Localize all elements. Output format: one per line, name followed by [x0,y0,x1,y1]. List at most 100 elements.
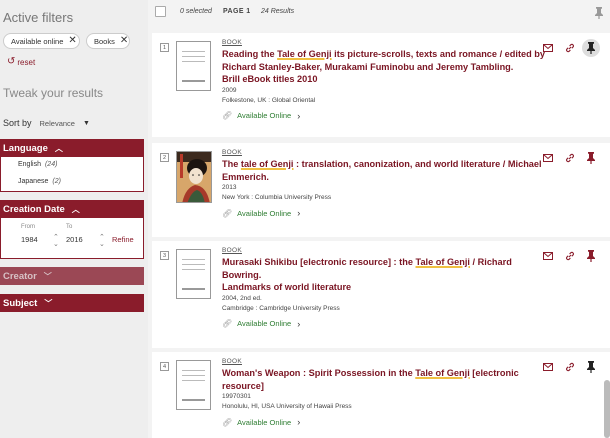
resource-type: BOOK [222,247,242,254]
facet-creation-date-header[interactable]: Creation Date ︿ [0,200,144,218]
reset-filters-link[interactable]: ↺ reset [7,57,35,67]
page-indicator: PAGE 1 [223,8,251,15]
language-option-count: (24) [44,161,58,168]
result-title[interactable]: The tale of Genji : translation, canoniz… [222,158,547,183]
results-count: 24 Results [261,8,295,15]
chevron-down-icon[interactable]: ﹀ [44,298,52,309]
result-title[interactable]: Reading the Tale of Genji its picture-sc… [222,48,547,86]
link-icon: 🔗︎ [222,417,233,427]
result-details: BOOK Reading the Tale of Genji its pictu… [222,39,547,121]
availability-label: Available Online [237,208,292,218]
result-index[interactable]: 2 [160,153,169,162]
resource-type: BOOK [222,358,242,365]
envelope-icon[interactable] [542,361,554,373]
select-all-checkbox[interactable] [155,6,166,17]
language-option-label: Japanese [18,178,49,185]
sort-by-control: Sort by Relevance ▼ [3,118,90,128]
availability-label: Available Online [237,319,292,328]
book-thumbnail [176,41,211,91]
result-details: BOOK Murasaki Shikibu [electronic resour… [222,247,547,329]
link-icon: 🔗︎ [222,319,233,328]
refine-button[interactable]: Refine [112,235,134,244]
resource-type: BOOK [222,39,242,46]
chevron-up-icon[interactable]: ︿ [72,204,80,215]
facet-creation-date-label: Creation Date [3,203,65,215]
envelope-icon[interactable] [542,42,554,54]
result-date: 2013 [222,184,237,191]
result-series: Brill eBook titles 2010 [222,74,318,84]
book-thumbnail [176,360,211,410]
result-index[interactable]: 3 [160,251,169,260]
availability-label: Available Online [237,111,292,120]
availability-link[interactable]: 🔗︎ Available Online › [222,319,547,329]
language-option-japanese[interactable]: Japanese (2) [18,178,61,185]
sort-by-label: Sort by [3,118,32,128]
scrollbar[interactable] [604,380,610,438]
result-publisher: Honolulu, HI, USA University of Hawaii P… [222,403,352,410]
chevron-right-icon: › [297,110,301,121]
filter-chip-label: Available online [11,36,64,46]
permalink-icon[interactable] [564,152,576,164]
facet-language-label: Language [3,142,48,154]
result-index[interactable]: 4 [160,362,169,371]
envelope-icon[interactable] [542,250,554,262]
chevron-right-icon: › [297,318,301,329]
remove-filter-icon[interactable]: ✕ [68,36,76,46]
stepper-icon[interactable]: ⌃ ⌄ [53,234,59,248]
chevron-up-icon[interactable]: ︿ [55,143,63,154]
language-option-label: English [18,161,41,168]
pushpin-icon[interactable] [594,6,604,24]
result-title[interactable]: Woman's Weapon : Spirit Possession in th… [222,367,547,392]
reset-icon: ↺ [7,56,16,67]
permalink-icon[interactable] [564,250,576,262]
facet-subject-header[interactable]: Subject ﹀ [0,294,144,312]
caret-down-icon[interactable]: ▼ [83,120,90,127]
result-date: 2004, 2nd ed. [222,294,262,302]
link-icon: 🔗︎ [222,208,233,218]
result-publisher: Folkestone, UK : Global Oriental [222,96,316,104]
reset-label: reset [17,57,36,67]
envelope-icon[interactable] [542,152,554,164]
pushpin-icon[interactable] [582,149,600,167]
result-publisher: Cambridge : Cambridge University Press [222,304,340,312]
result-index[interactable]: 1 [160,43,169,52]
facet-creator-header[interactable]: Creator ﹀ [0,267,144,285]
result-item[interactable]: 4 BOOK Woman's Weapon : Spirit Possessio… [152,352,610,438]
language-option-count: (2) [52,178,61,185]
date-to-input[interactable]: 2016 [66,235,83,244]
permalink-icon[interactable] [564,361,576,373]
pushpin-icon[interactable] [582,39,600,57]
remove-filter-icon[interactable]: ✕ [120,36,128,46]
facet-language-header[interactable]: Language ︿ [0,139,144,157]
permalink-icon[interactable] [564,42,576,54]
result-actions [532,358,600,376]
language-option-english[interactable]: English (24) [18,161,57,168]
result-actions [532,149,600,167]
stepper-icon[interactable]: ⌃ ⌄ [99,234,105,248]
date-from-input[interactable]: 1984 [21,235,38,244]
pushpin-icon[interactable] [582,247,600,265]
filter-chip-available-online[interactable]: Available online ✕ [3,33,80,49]
results-toolbar: 0 selected PAGE 1 24 Results [148,0,610,27]
pushpin-icon[interactable] [582,358,600,376]
result-title[interactable]: Murasaki Shikibu [electronic resource] :… [222,256,547,294]
facet-language-options: English (24) Japanese (2) [0,157,144,192]
result-item[interactable]: 2 BOOK The tale of Genji : translation, … [152,143,610,237]
availability-link[interactable]: 🔗︎ Available Online › [222,111,547,121]
resource-type: BOOK [222,149,242,156]
result-item[interactable]: 3 BOOK Murasaki Shikibu [electronic reso… [152,241,610,348]
facet-creation-date-body: From To 1984 ⌃ ⌄ 2016 ⌃ ⌄ Refine [0,218,144,259]
selected-count: 0 selected [180,8,212,15]
result-series: Landmarks of world literature [222,282,352,292]
sort-by-select[interactable]: Relevance [40,119,75,128]
filter-chip-books[interactable]: Books ✕ [86,33,130,49]
availability-link[interactable]: 🔗︎ Available Online › [222,208,547,218]
chevron-right-icon: › [297,417,301,427]
tweak-results-heading: Tweak your results [3,86,104,100]
chevron-down-icon[interactable]: ﹀ [44,271,52,282]
book-cover-image [176,151,212,203]
result-date: 19970301 [222,393,251,400]
availability-link[interactable]: 🔗︎ Available Online › [222,417,547,427]
book-thumbnail [176,249,211,299]
result-item[interactable]: 1 BOOK Reading the Tale of Genji its pic… [152,33,610,137]
